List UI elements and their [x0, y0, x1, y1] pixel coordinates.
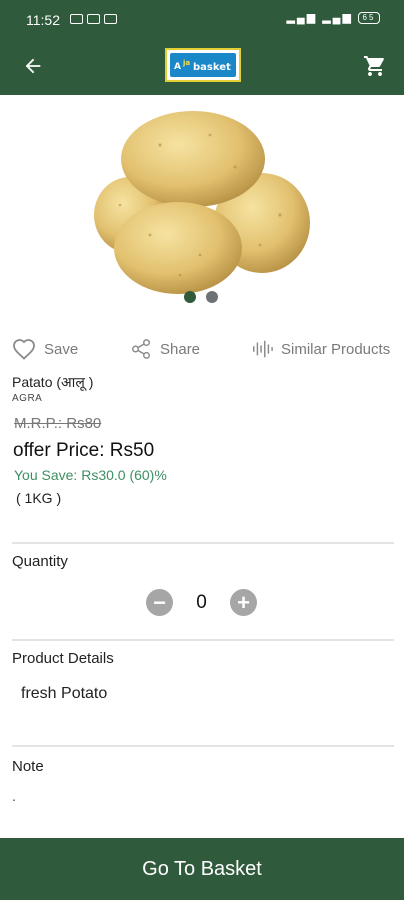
increase-quantity-button[interactable]: +	[230, 589, 257, 616]
go-to-basket-button[interactable]: Go To Basket	[0, 838, 404, 900]
note-text: .	[12, 788, 16, 804]
message-icon	[87, 13, 100, 24]
product-mrp: M.R.P.: Rs80	[14, 415, 102, 432]
divider	[12, 745, 394, 747]
plus-icon: +	[237, 589, 250, 615]
product-image[interactable]	[90, 105, 314, 297]
save-label: Save	[44, 340, 79, 358]
arrow-left-icon	[25, 58, 41, 74]
similar-products-button[interactable]: Similar Products	[251, 338, 390, 360]
system-icons: ▂▄▆ ▂▄▆ 65	[286, 11, 380, 25]
share-icon	[132, 339, 150, 359]
notification-icons	[70, 11, 121, 25]
similar-products-label: Similar Products	[281, 340, 391, 358]
product-unit: ( 1KG )	[16, 490, 62, 506]
share-label: Share	[160, 340, 201, 358]
app-bar: A ja basket	[0, 40, 404, 95]
similar-products-icon	[253, 340, 273, 358]
screen-icon	[104, 13, 117, 24]
carousel-dot[interactable]	[206, 291, 218, 303]
note-label: Note	[12, 758, 44, 775]
carousel-dot-active[interactable]	[184, 291, 196, 303]
shopping-cart-icon	[364, 56, 384, 76]
you-save: You Save: Rs30.0 (60)%	[14, 467, 167, 483]
offer-price: offer Price: Rs50	[13, 440, 155, 461]
divider	[12, 542, 394, 544]
brand-logo: A ja basket	[165, 48, 241, 82]
battery-icon: 65	[358, 12, 380, 25]
go-to-basket-label: Go To Basket	[142, 857, 262, 880]
back-button[interactable]	[18, 51, 48, 81]
svg-text:ja: ja	[182, 59, 190, 67]
quantity-label: Quantity	[12, 553, 68, 570]
logo-wordmark: A ja basket	[174, 59, 231, 73]
save-button[interactable]: Save	[12, 338, 78, 360]
decrease-quantity-button[interactable]: −	[146, 589, 173, 616]
product-actions: Save Share Similar Products	[12, 338, 396, 364]
svg-text:basket: basket	[193, 62, 231, 73]
svg-text:A: A	[174, 62, 181, 72]
quantity-value: 0	[196, 591, 207, 613]
cart-button[interactable]	[360, 51, 390, 81]
product-name: Patato (आलू )	[12, 374, 94, 390]
product-details-text: fresh Potato	[21, 685, 108, 702]
share-button[interactable]: Share	[130, 338, 200, 360]
divider	[12, 639, 394, 641]
product-origin: AGRA	[12, 393, 43, 404]
signal-icons: ▂▄▆ ▂▄▆	[286, 12, 353, 24]
status-bar: 11:52 ▂▄▆ ▂▄▆ 65	[0, 0, 404, 40]
product-details-label: Product Details	[12, 650, 114, 667]
minus-icon: −	[153, 589, 166, 615]
notification-app-icon	[70, 13, 83, 24]
status-time: 11:52	[26, 12, 60, 28]
heart-icon	[13, 339, 35, 360]
quantity-stepper: − 0 +	[146, 589, 257, 616]
carousel-indicator	[184, 291, 218, 303]
